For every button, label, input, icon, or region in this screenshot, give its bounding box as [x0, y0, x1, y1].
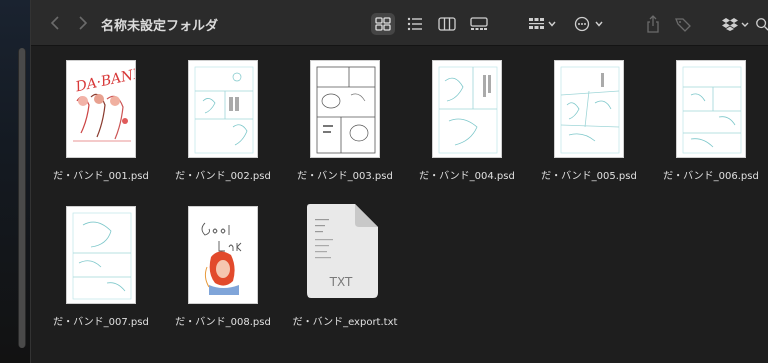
file-item[interactable]: だ・バンド_004.psd: [407, 47, 527, 187]
file-item[interactable]: だ・バンド_007.psd: [41, 193, 161, 333]
file-name: だ・バンド_003.psd: [297, 171, 393, 182]
file-item[interactable]: だ・バンド_006.psd: [651, 47, 768, 187]
file-thumbnail: [188, 60, 258, 158]
file-name: だ・バンド_export.txt: [292, 317, 398, 328]
file-grid: DA·BAND だ・バンド_001.psd だ・バンド_002.psd だ・バン…: [31, 47, 768, 363]
file-item[interactable]: だ・バンド_002.psd: [163, 47, 283, 187]
chevron-left-icon[interactable]: [47, 14, 65, 32]
tag-icon[interactable]: [671, 13, 695, 35]
file-name: だ・バンド_002.psd: [175, 171, 271, 182]
file-name: だ・バンド_001.psd: [53, 171, 149, 182]
share-icon[interactable]: [641, 13, 665, 35]
file-item[interactable]: だ・バンド_008.psd: [163, 193, 283, 333]
file-item[interactable]: だ・バンド_005.psd: [529, 47, 649, 187]
file-thumbnail: [310, 60, 380, 158]
group-by-icon[interactable]: [527, 13, 559, 35]
file-name: だ・バンド_004.psd: [419, 171, 515, 182]
chevron-right-icon[interactable]: [73, 14, 91, 32]
file-name: だ・バンド_005.psd: [541, 171, 637, 182]
search-icon[interactable]: [755, 13, 768, 35]
toolbar: 名称未設定フォルダ: [31, 0, 768, 46]
file-name: だ・バンド_008.psd: [175, 317, 271, 328]
file-thumbnail: [676, 60, 746, 158]
list-view-icon[interactable]: [403, 13, 427, 35]
window-title: 名称未設定フォルダ: [101, 19, 219, 34]
file-item[interactable]: DA·BAND だ・バンド_001.psd: [41, 47, 161, 187]
grid-view-icon[interactable]: [371, 13, 395, 35]
file-thumbnail: [66, 206, 136, 304]
file-name: だ・バンド_007.psd: [53, 317, 149, 328]
file-name: だ・バンド_006.psd: [663, 171, 759, 182]
file-thumbnail: DA·BAND: [66, 60, 136, 158]
file-type-badge: TXT: [329, 275, 353, 289]
finder-window: 名称未設定フォルダ DA·BAND だ・バンド_001.psd だ・バンド_00…: [30, 0, 768, 363]
svg-text:DA·BAND: DA·BAND: [73, 65, 136, 95]
gallery-view-icon[interactable]: [467, 13, 491, 35]
file-thumbnail: [432, 60, 502, 158]
file-item[interactable]: TXT だ・バンド_export.txt: [285, 193, 405, 333]
sidebar-scrollbar[interactable]: [18, 48, 26, 348]
file-thumbnail: [554, 60, 624, 158]
ellipsis-circle-icon[interactable]: [573, 13, 607, 35]
file-item[interactable]: だ・バンド_003.psd: [285, 47, 405, 187]
sidebar-scroll-thumb[interactable]: [19, 48, 25, 348]
text-document-icon: TXT: [303, 203, 379, 299]
column-view-icon[interactable]: [435, 13, 459, 35]
dropbox-icon[interactable]: [721, 13, 751, 35]
file-thumbnail: [188, 206, 258, 304]
